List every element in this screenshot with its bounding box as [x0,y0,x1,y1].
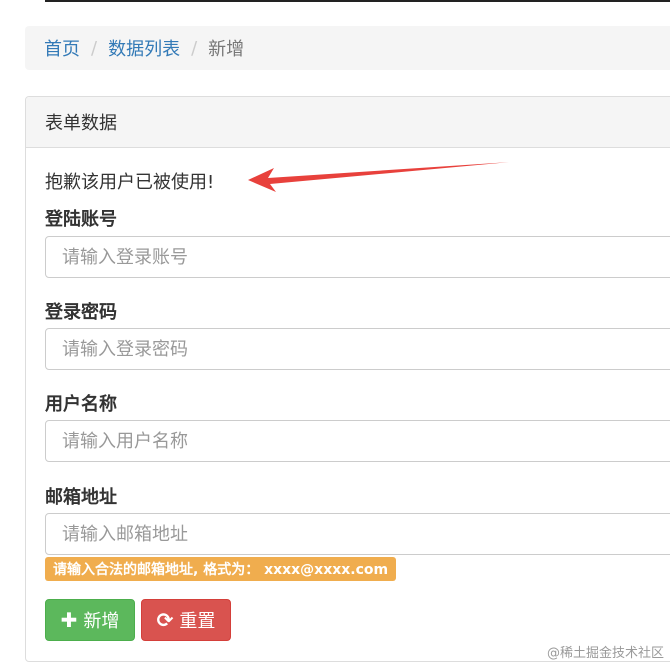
annotation-arrow-icon [248,162,511,192]
panel-title: 表单数据 [26,97,670,148]
add-button-label: 新增 [83,611,120,632]
email-hint-badge: 请输入合法的邮箱地址, 格式为： xxxx@xxxx.com [45,557,397,581]
username-label: 用户名称 [45,394,117,415]
top-divider [45,0,670,2]
form-panel: 表单数据 抱歉该用户已被使用! 登陆账号 登录密码 用户名称 邮箱地址 请输入合… [25,96,670,662]
plus-icon: ✚ [60,608,78,632]
breadcrumb-list-link[interactable]: 数据列表 [108,35,180,61]
breadcrumb: 首页 / 数据列表 / 新增 [25,26,670,70]
password-input[interactable] [45,328,670,370]
breadcrumb-separator: / [91,37,98,59]
username-input[interactable] [45,420,670,462]
add-button[interactable]: ✚ 新增 [45,599,135,641]
error-message: 抱歉该用户已被使用! [45,172,215,193]
reset-button-label: 重置 [179,611,216,632]
breadcrumb-current: 新增 [208,39,245,60]
refresh-icon: ⟳ [156,608,174,632]
watermark: @稀土掘金技术社区 [546,646,664,661]
password-label: 登录密码 [45,302,117,323]
account-input[interactable] [45,236,670,278]
email-input[interactable] [45,513,670,555]
account-label: 登陆账号 [45,209,117,230]
reset-button[interactable]: ⟳ 重置 [141,599,231,641]
breadcrumb-separator: / [191,37,198,59]
email-label: 邮箱地址 [45,487,117,508]
breadcrumb-home-link[interactable]: 首页 [44,35,80,61]
